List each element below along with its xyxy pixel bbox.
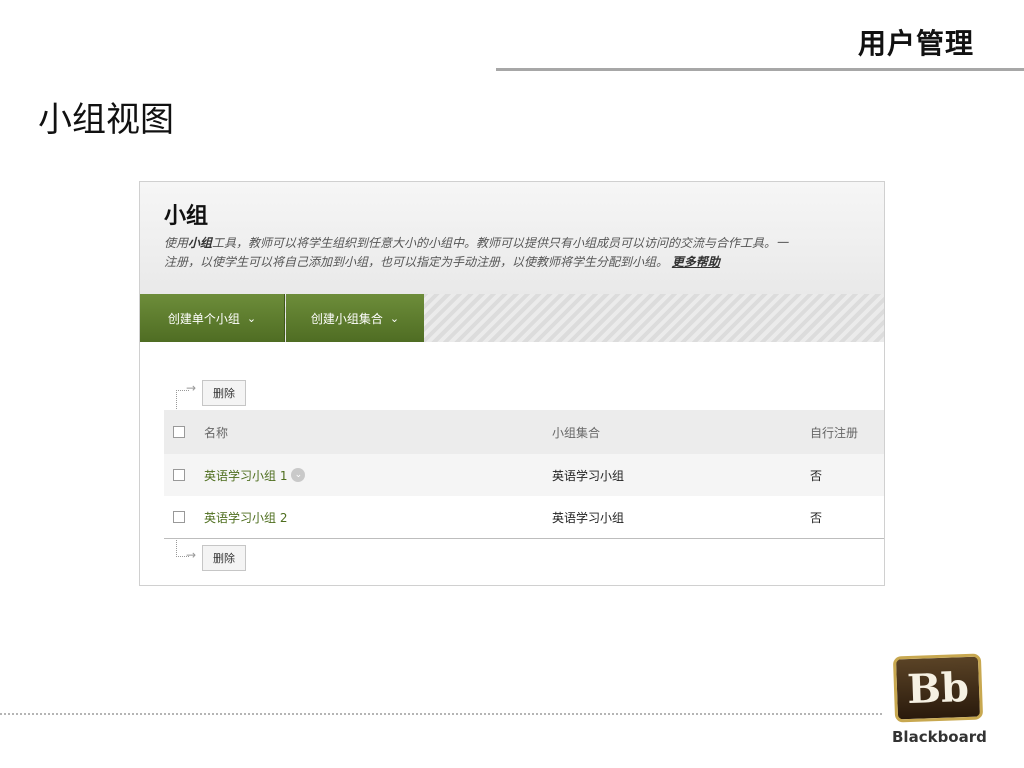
group-set-cell: 英语学习小组: [552, 510, 625, 525]
create-single-group-label: 创建单个小组: [167, 311, 240, 326]
desc-line2: 注册，以使学生可以将自己添加到小组，也可以指定为手动注册，以使教师将学生分配到小…: [164, 255, 669, 269]
desc-part1: 使用: [164, 236, 189, 250]
group-set-cell: 英语学习小组: [552, 468, 625, 483]
create-single-group-button[interactable]: 创建单个小组 ⌄: [140, 294, 285, 342]
create-group-set-label: 创建小组集合: [310, 311, 383, 326]
column-header-group-set[interactable]: 小组集合: [552, 410, 600, 454]
arrow-right-icon: →: [186, 548, 197, 562]
self-enroll-cell: 否: [810, 468, 823, 483]
groups-panel: 小组 使用小组工具，教师可以将学生组织到任意大小的小组中。教师可以提供只有小组成…: [139, 181, 885, 586]
panel-description: 使用小组工具，教师可以将学生组织到任意大小的小组中。教师可以提供只有小组成员可以…: [164, 234, 788, 272]
action-bar: 创建单个小组 ⌄ 创建小组集合 ⌄: [140, 294, 884, 342]
blackboard-logo: Bb: [892, 653, 984, 723]
desc-part2: 工具，教师可以将学生组织到任意大小的小组中。教师可以提供只有小组成员可以访问的交…: [212, 236, 789, 250]
footer-dotted-rule: [0, 713, 882, 715]
slide-header-title: 用户管理: [857, 27, 974, 60]
delete-button-bottom[interactable]: 删除: [202, 545, 246, 571]
row-checkbox[interactable]: [173, 511, 185, 523]
arrow-right-icon: →: [186, 381, 197, 395]
column-header-self-enroll[interactable]: 自行注册: [810, 410, 858, 454]
slide-title: 小组视图: [38, 100, 174, 140]
more-help-link[interactable]: 更多帮助: [672, 255, 720, 269]
table-row: 英语学习小组 2 英语学习小组 否: [164, 496, 884, 539]
column-header-name[interactable]: 名称: [204, 410, 228, 454]
group-name-cell: 英语学习小组 2: [204, 496, 287, 538]
self-enroll-cell: 否: [810, 510, 823, 525]
panel-header: 小组 使用小组工具，教师可以将学生组织到任意大小的小组中。教师可以提供只有小组成…: [140, 182, 884, 294]
create-group-set-button[interactable]: 创建小组集合 ⌄: [286, 294, 424, 342]
blackboard-wordmark: Blackboard: [892, 728, 987, 746]
header-rule: [496, 68, 1024, 71]
group-name-link[interactable]: 英语学习小组 2: [204, 509, 287, 526]
table-header: 名称 小组集合 自行注册: [164, 410, 884, 454]
desc-bold: 小组: [188, 236, 213, 250]
panel-title: 小组: [164, 204, 209, 229]
table-row: 英语学习小组 1 ⌄ 英语学习小组 否: [164, 454, 884, 496]
delete-button-top[interactable]: 删除: [202, 380, 246, 406]
row-checkbox[interactable]: [173, 469, 185, 481]
select-all-checkbox[interactable]: [173, 426, 185, 438]
group-name-cell: 英语学习小组 1 ⌄: [204, 454, 306, 496]
group-name-link[interactable]: 英语学习小组 1: [204, 467, 287, 484]
chevron-down-icon: ⌄: [246, 311, 257, 325]
chevron-down-icon: ⌄: [389, 311, 400, 325]
chevron-down-icon[interactable]: ⌄: [291, 468, 306, 482]
